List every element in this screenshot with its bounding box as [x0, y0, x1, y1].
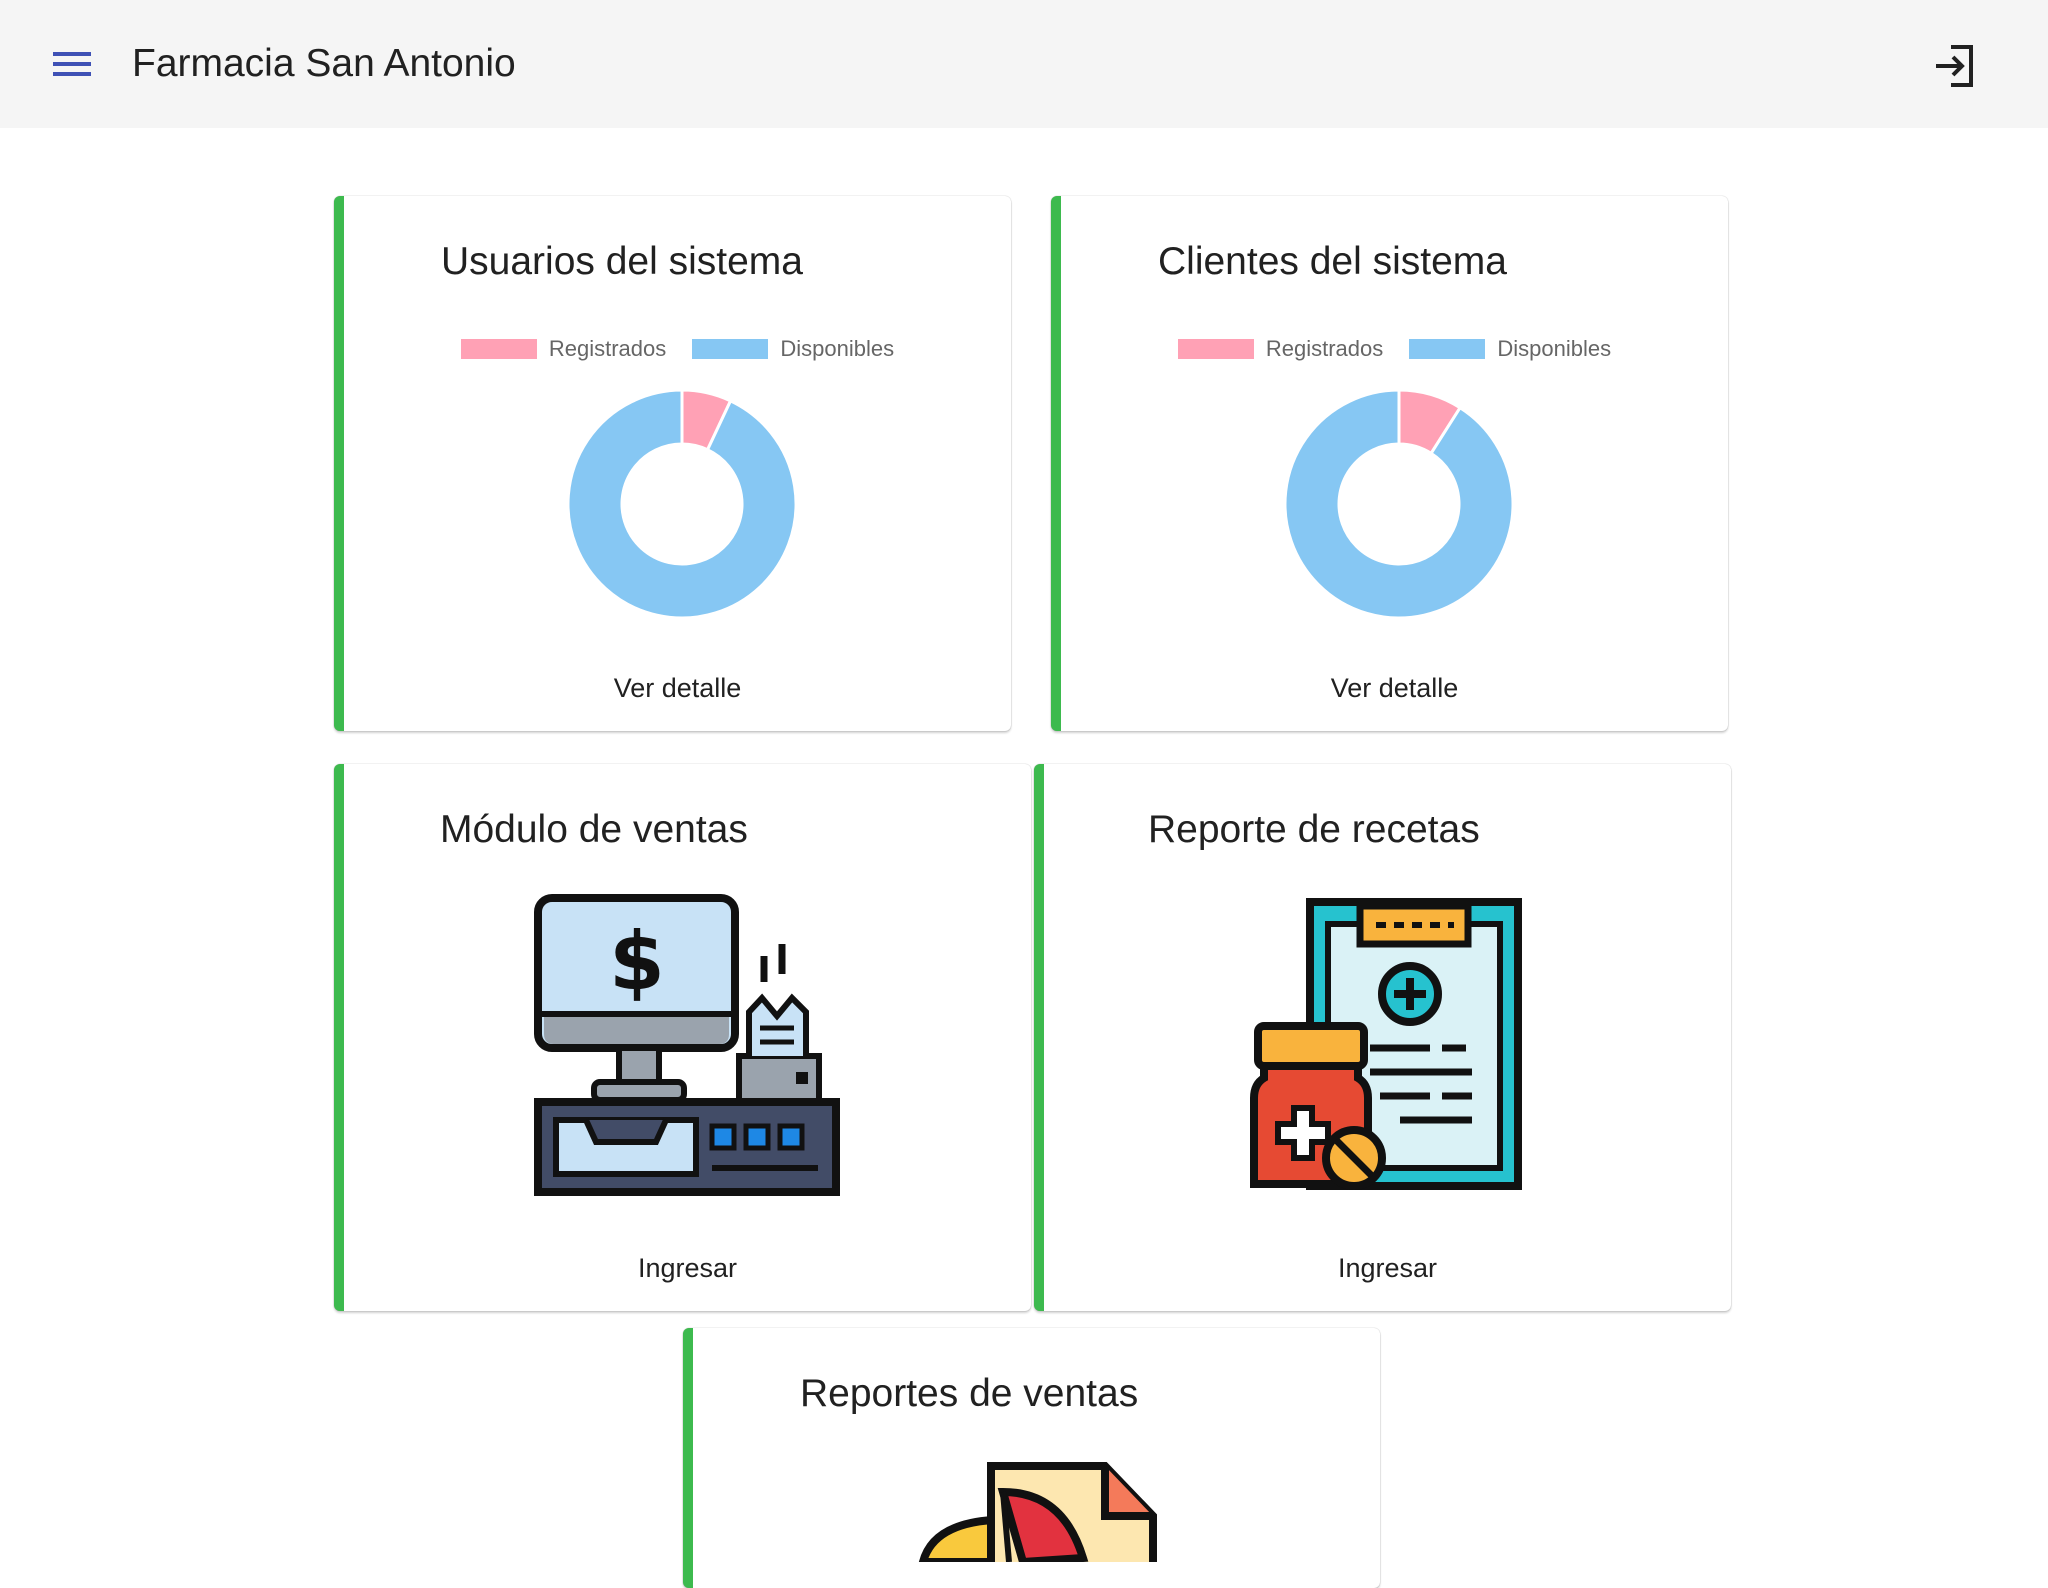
legend-item-disponibles[interactable]: Disponibles — [692, 335, 894, 362]
cash-register-icon: $ — [534, 894, 840, 1196]
clientes-donut-chart — [1283, 388, 1515, 620]
legend-label: Registrados — [548, 335, 667, 361]
prescription-clipboard-icon — [1250, 898, 1522, 1190]
chart-legend: Registrados Disponibles — [1061, 334, 1728, 370]
card-title: Reporte de recetas — [1148, 808, 1480, 851]
card-title: Reportes de ventas — [800, 1372, 1139, 1415]
legend-swatch — [692, 338, 769, 359]
clientes-card: Clientes del sistema Registrados Disponi… — [1051, 196, 1728, 731]
legend-item-registrados[interactable]: Registrados — [1177, 335, 1384, 362]
legend-swatch — [1409, 338, 1486, 359]
reportes-ventas-card: Reportes de ventas — [683, 1328, 1380, 1588]
card-title: Módulo de ventas — [440, 808, 748, 851]
legend-swatch — [460, 338, 537, 359]
usuarios-card: Usuarios del sistema Registrados Disponi… — [334, 196, 1011, 731]
menu-button[interactable] — [40, 40, 104, 88]
app-title: Farmacia San Antonio — [132, 42, 516, 85]
ver-detalle-button[interactable]: Ver detalle — [1061, 670, 1728, 706]
donut-slice-disponibles[interactable] — [566, 388, 798, 620]
legend-swatch — [1177, 338, 1254, 359]
ventas-card: Módulo de ventas $ Ingresar — [334, 764, 1031, 1311]
login-button[interactable] — [1926, 38, 1986, 94]
login-icon — [1936, 45, 1973, 87]
legend-item-registrados[interactable]: Registrados — [460, 335, 667, 362]
legend-label: Disponibles — [780, 335, 895, 361]
app-toolbar: Farmacia San Antonio — [0, 0, 2048, 128]
recetas-card: Reporte de recetas Ingresar — [1034, 764, 1731, 1311]
card-title: Clientes del sistema — [1158, 240, 1507, 283]
usuarios-donut-chart — [566, 388, 798, 620]
ver-detalle-button[interactable]: Ver detalle — [344, 670, 1011, 706]
donut-slice-disponibles[interactable] — [1283, 388, 1515, 620]
card-title: Usuarios del sistema — [441, 240, 803, 283]
menu-icon — [53, 52, 91, 76]
legend-label: Registrados — [1265, 335, 1384, 361]
ingresar-button[interactable]: Ingresar — [344, 1250, 1031, 1286]
chart-legend: Registrados Disponibles — [344, 334, 1011, 370]
pie-chart-report-icon — [918, 1462, 1157, 1562]
svg-text:$: $ — [609, 915, 665, 1008]
legend-item-disponibles[interactable]: Disponibles — [1409, 335, 1611, 362]
ingresar-button[interactable]: Ingresar — [1044, 1250, 1731, 1286]
legend-label: Disponibles — [1497, 335, 1612, 361]
